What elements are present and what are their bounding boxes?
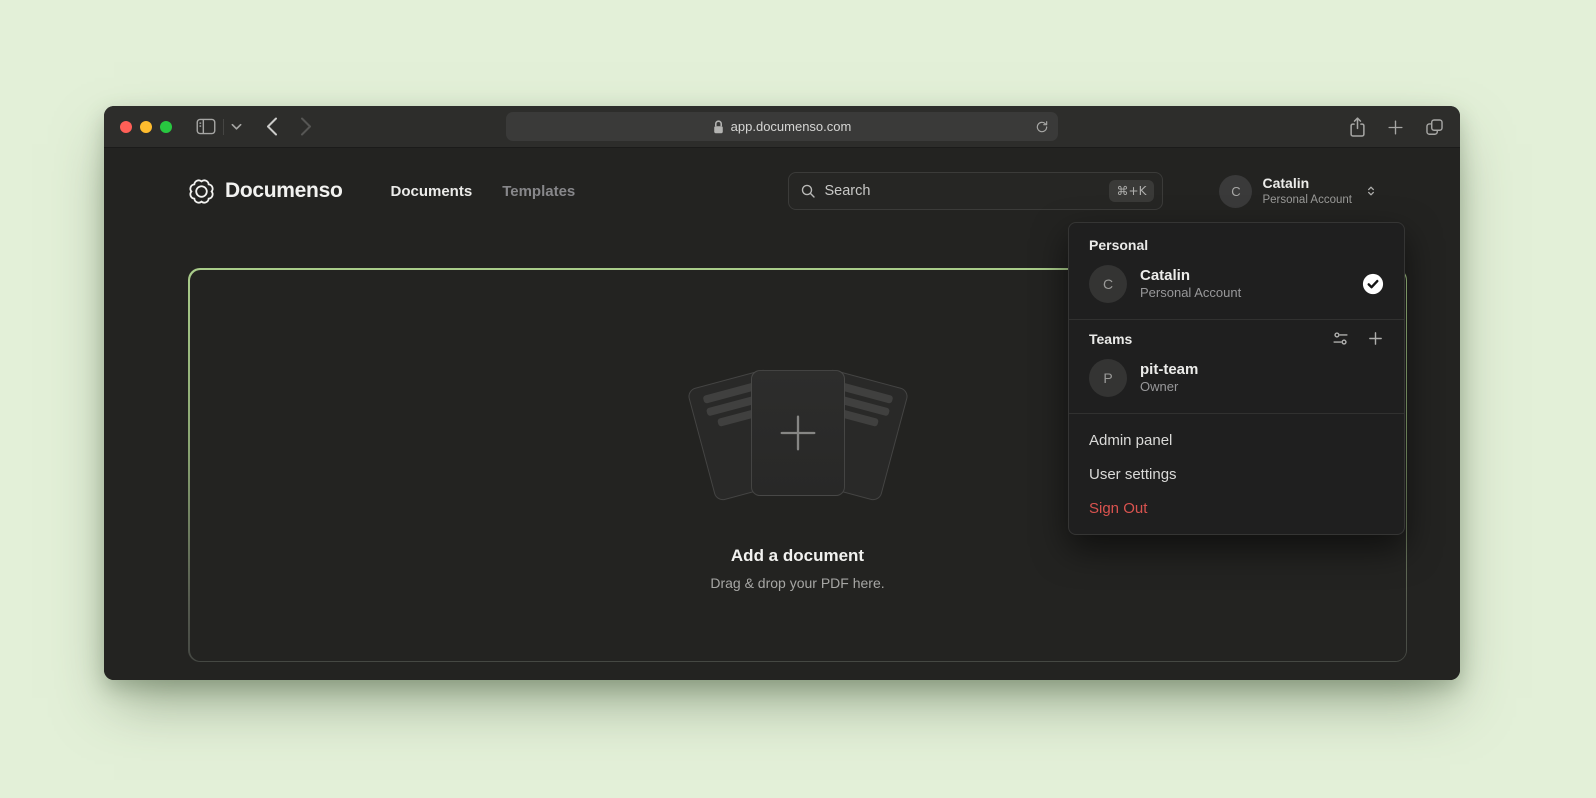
address-bar[interactable]: app.documenso.com [506,112,1058,141]
app-content: Documenso Documents Templates ⌘+K C [104,148,1460,680]
team-avatar: P [1089,359,1127,397]
url-text: app.documenso.com [731,119,852,134]
brand-name: Documenso [225,179,343,203]
lock-icon [713,120,724,134]
main-nav: Documents Templates [391,183,576,200]
plus-icon [775,410,821,456]
close-window-button[interactable] [120,121,132,133]
team-name: pit-team [1140,360,1198,380]
back-icon[interactable] [266,117,278,136]
reload-icon[interactable] [1035,119,1049,134]
document-card-center [751,370,845,496]
dropzone-title: Add a document [731,546,864,566]
browser-window: app.documenso.com [104,106,1460,680]
new-tab-icon[interactable] [1387,119,1404,136]
menu-divider [1069,413,1404,414]
tab-overview-icon[interactable] [1425,118,1444,137]
menu-divider [1069,319,1404,320]
window-controls [120,121,172,133]
toolbar-separator [223,119,224,135]
teams-section-label: Teams [1089,331,1132,347]
search-input[interactable] [824,183,1108,199]
sidebar-chevron-down-icon[interactable] [231,123,242,131]
account-menu-trigger[interactable]: C Catalin Personal Account [1219,175,1378,208]
brand[interactable]: Documenso [188,178,343,205]
personal-section-label: Personal [1069,235,1404,263]
nav-documents[interactable]: Documents [391,183,473,200]
teams-section-header: Teams [1069,330,1404,357]
account-name: Catalin [1262,175,1352,193]
account-subtitle: Personal Account [1262,193,1352,207]
add-team-icon[interactable] [1367,330,1384,347]
personal-account-item[interactable]: C Catalin Personal Account [1069,263,1404,313]
document-stack-illustration [698,368,898,502]
account-dropdown-menu: Personal C Catalin Personal Account Team… [1068,222,1405,535]
menu-item-user-settings[interactable]: User settings [1069,458,1404,492]
search-icon [800,183,816,199]
nav-templates[interactable]: Templates [502,183,575,200]
sidebar-toggle-icon[interactable] [196,118,216,135]
share-icon[interactable] [1349,117,1366,138]
browser-toolbar: app.documenso.com [104,106,1460,148]
personal-account-name: Catalin [1140,266,1241,286]
search-box[interactable]: ⌘+K [788,172,1163,210]
minimize-window-button[interactable] [140,121,152,133]
fullscreen-window-button[interactable] [160,121,172,133]
check-circle-icon [1362,273,1384,295]
toolbar-right-actions [1349,106,1444,148]
search-shortcut-badge: ⌘+K [1109,180,1155,202]
documenso-logo-icon [188,178,215,205]
menu-item-sign-out[interactable]: Sign Out [1069,492,1404,526]
dropzone-subtitle: Drag & drop your PDF here. [710,575,884,591]
user-avatar: C [1219,175,1252,208]
menu-item-admin-panel[interactable]: Admin panel [1069,424,1404,458]
chevrons-up-down-icon [1364,183,1378,199]
team-role: Owner [1140,379,1198,396]
team-item[interactable]: P pit-team Owner [1069,357,1404,407]
personal-avatar: C [1089,265,1127,303]
personal-account-type: Personal Account [1140,285,1241,302]
forward-icon[interactable] [300,117,312,136]
manage-teams-icon[interactable] [1332,330,1349,347]
